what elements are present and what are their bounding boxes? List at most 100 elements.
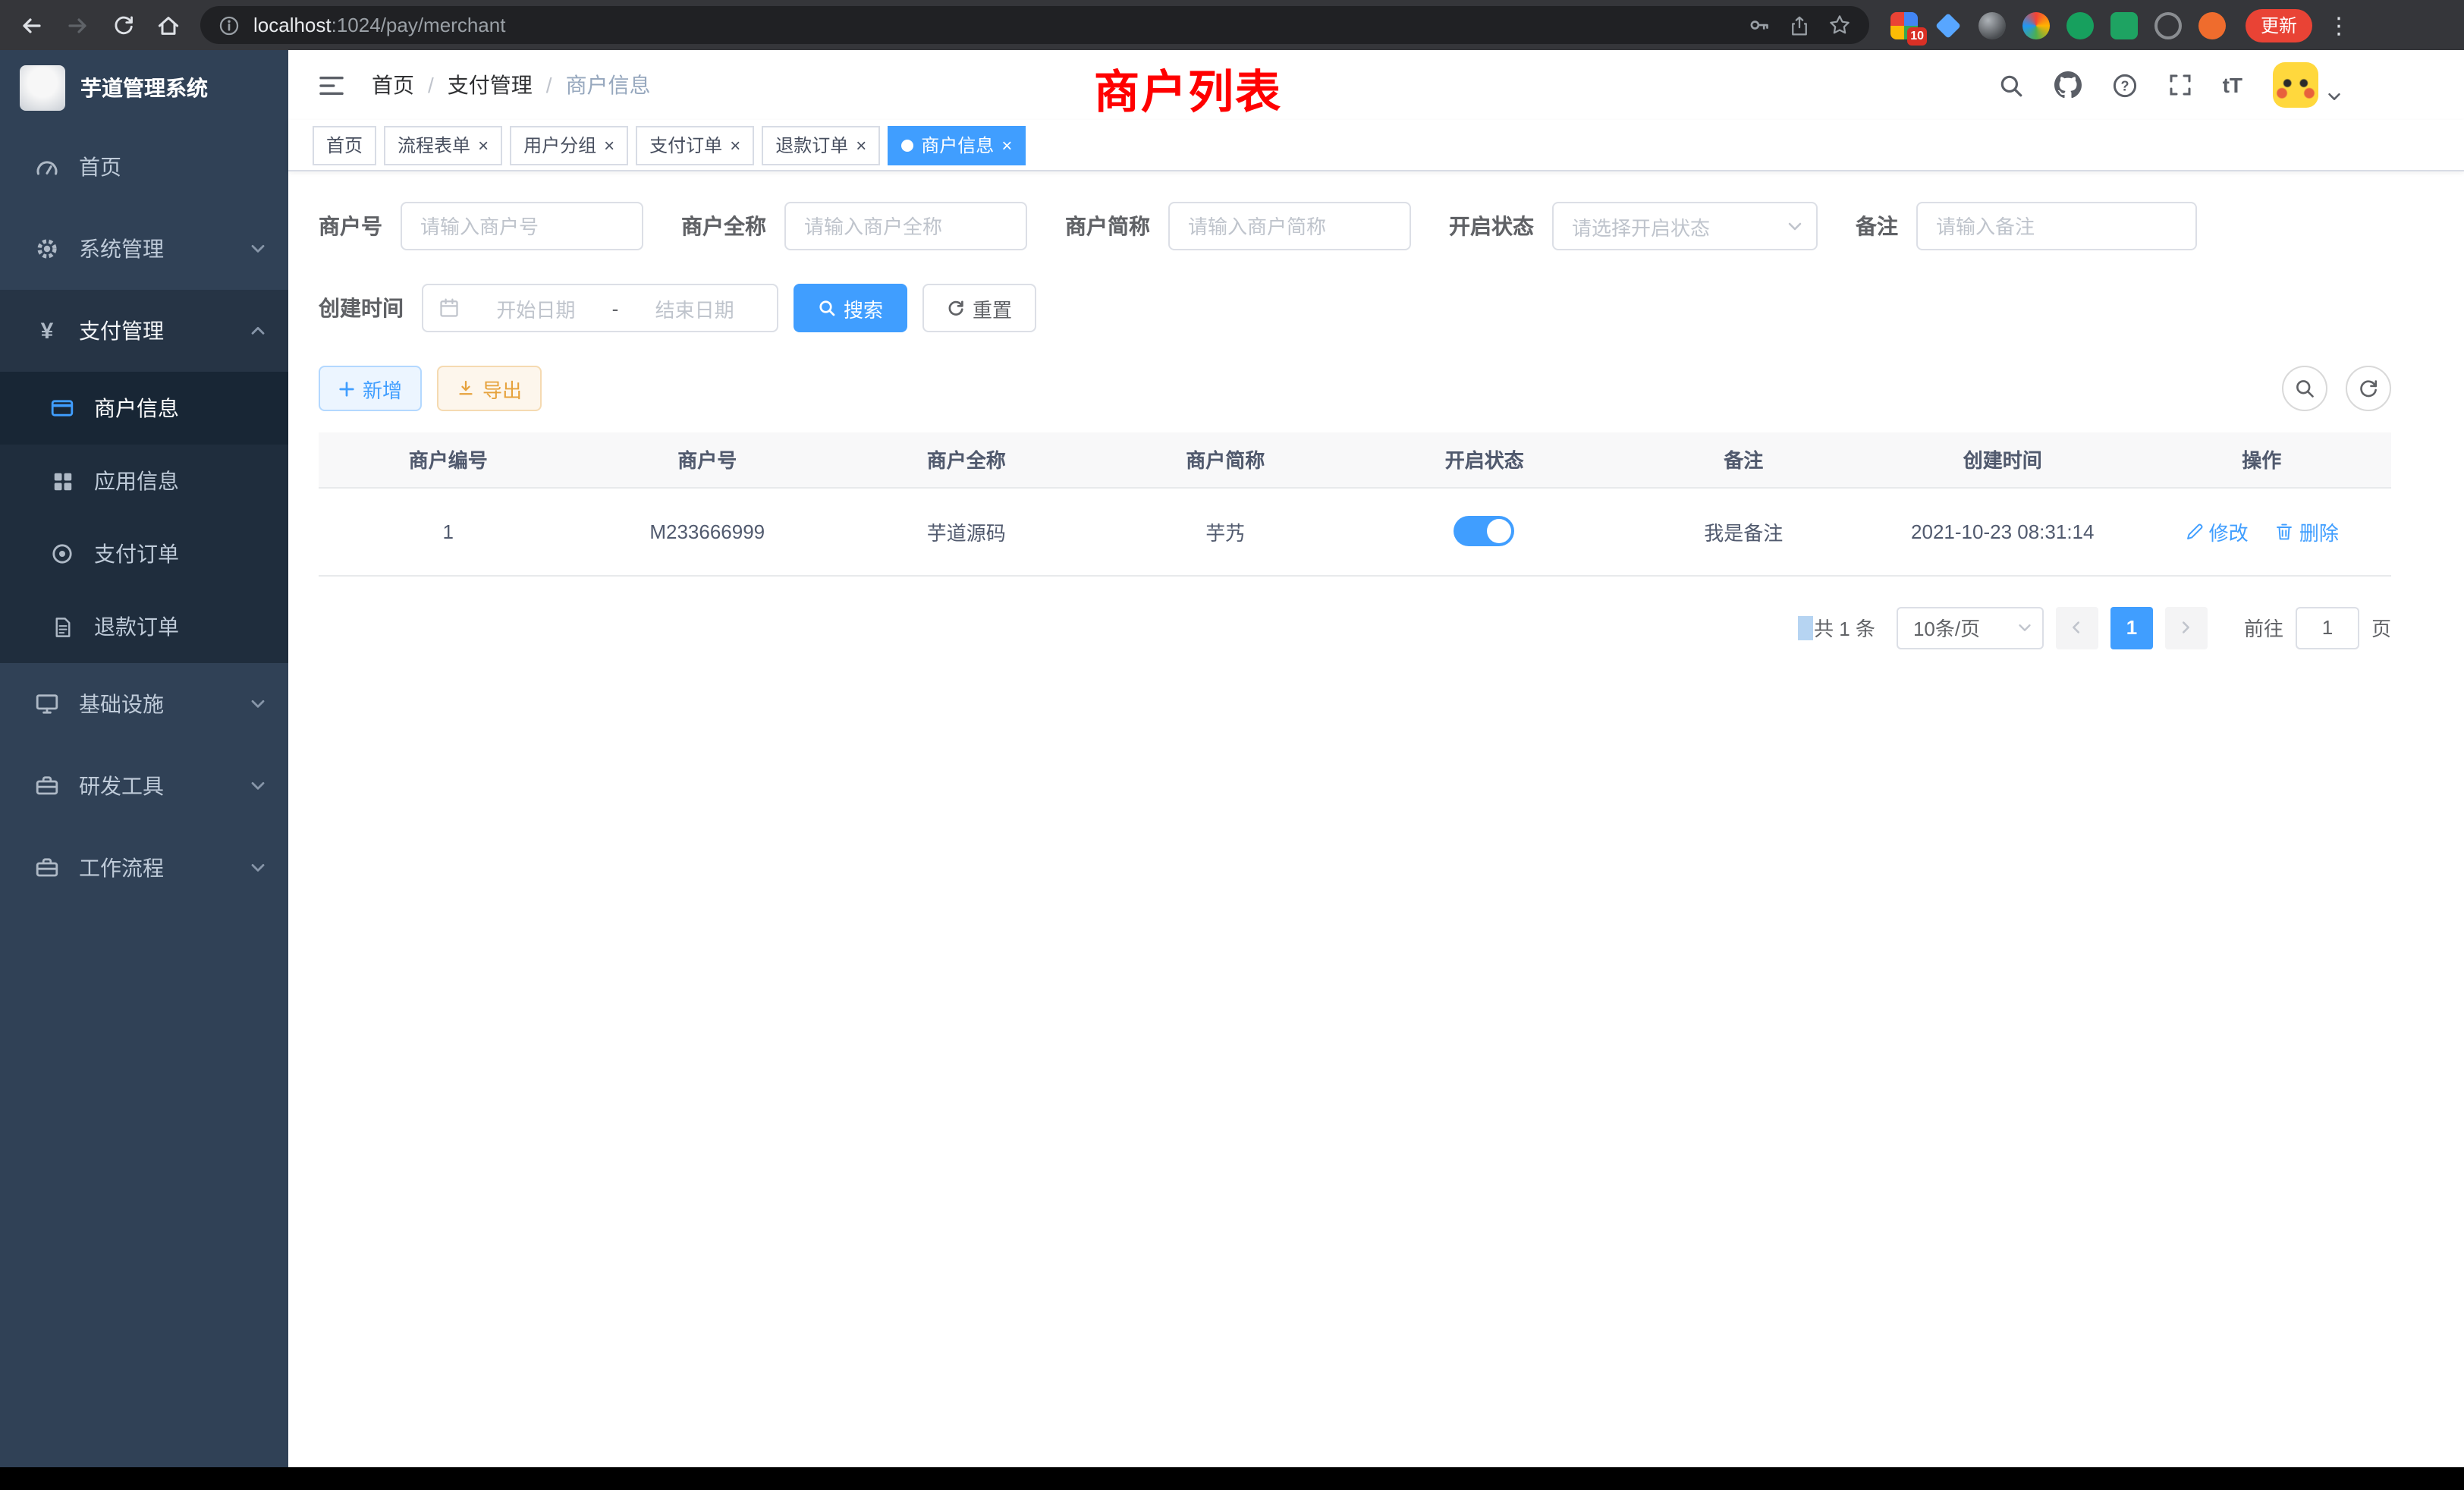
logo-image — [20, 65, 65, 111]
delete-link[interactable]: 删除 — [2275, 517, 2339, 545]
sidebar-item-label: 支付管理 — [79, 316, 249, 346]
app-logo[interactable]: 芋道管理系统 — [0, 50, 288, 126]
tab-merchant-info[interactable]: 商户信息 × — [888, 125, 1026, 165]
short-name-label: 商户简称 — [1065, 211, 1150, 241]
tab-user-group[interactable]: 用户分组 × — [510, 125, 628, 165]
tab-process-form[interactable]: 流程表单 × — [384, 125, 502, 165]
goto-page-input[interactable] — [2296, 606, 2359, 649]
browser-reload-button[interactable] — [100, 2, 146, 48]
cell-merchant-no: M233666999 — [578, 487, 838, 575]
browser-forward-button[interactable] — [55, 2, 100, 48]
extension-icon[interactable] — [2110, 11, 2138, 39]
browser-menu-icon[interactable]: ⋮ — [2327, 11, 2350, 39]
status-toggle[interactable] — [1454, 516, 1515, 546]
breadcrumb-home[interactable]: 首页 — [372, 70, 414, 100]
close-icon[interactable]: × — [1001, 136, 1012, 154]
extension-icon[interactable] — [2022, 11, 2050, 39]
tab-refund-order[interactable]: 退款订单 × — [762, 125, 880, 165]
goto-label: 前往 — [2244, 613, 2283, 642]
page-size-select[interactable]: 10条/页 — [1897, 606, 2044, 649]
sidebar-item-system[interactable]: 系统管理 — [0, 208, 288, 290]
bookmark-star-icon[interactable] — [1828, 14, 1851, 36]
sidebar-item-pay-order[interactable]: 支付订单 — [0, 517, 288, 590]
create-time-range-picker[interactable]: 开始日期 - 结束日期 — [422, 284, 778, 332]
payment-submenu: 商户信息 应用信息 支付订单 — [0, 372, 288, 663]
sidebar-toggle-icon[interactable] — [313, 74, 350, 96]
toggle-search-button[interactable] — [2282, 366, 2327, 411]
avatar[interactable] — [2273, 62, 2318, 108]
browser-update-button[interactable]: 更新 — [2246, 8, 2312, 42]
full-name-input[interactable] — [784, 202, 1027, 250]
date-separator: - — [612, 297, 619, 319]
caret-down-icon — [2326, 88, 2343, 105]
cell-status — [1355, 487, 1614, 575]
tab-label: 支付订单 — [649, 132, 722, 158]
user-menu[interactable] — [2273, 62, 2343, 108]
sidebar-item-home[interactable]: 首页 — [0, 126, 288, 208]
sidebar-item-dev-tools[interactable]: 研发工具 — [0, 745, 288, 827]
breadcrumb-payment[interactable]: 支付管理 — [448, 70, 533, 100]
extension-icon[interactable] — [2198, 11, 2226, 39]
extension-icon[interactable] — [1978, 11, 2006, 39]
url-text: localhost:1024/pay/merchant — [253, 14, 505, 36]
sidebar-item-app-info[interactable]: 应用信息 — [0, 445, 288, 517]
refresh-table-button[interactable] — [2346, 366, 2391, 411]
font-size-icon[interactable]: tT — [2223, 73, 2242, 97]
close-icon[interactable]: × — [856, 136, 866, 154]
sidebar-item-merchant-info[interactable]: 商户信息 — [0, 372, 288, 445]
site-info-icon[interactable] — [218, 14, 240, 36]
page-number-button[interactable]: 1 — [2110, 606, 2153, 649]
top-navbar: 首页 / 支付管理 / 商户信息 ? — [288, 50, 2464, 120]
sidebar-item-infrastructure[interactable]: 基础设施 — [0, 663, 288, 745]
remark-input[interactable] — [1916, 202, 2197, 250]
browser-home-button[interactable] — [146, 2, 191, 48]
search-icon[interactable] — [1998, 72, 2024, 98]
chevron-down-icon — [249, 695, 267, 713]
next-page-button[interactable] — [2165, 606, 2208, 649]
breadcrumb-current: 商户信息 — [566, 70, 651, 100]
sidebar-item-label: 商户信息 — [94, 393, 288, 423]
merchant-table: 商户编号 商户号 商户全称 商户简称 开启状态 备注 创建时间 操作 1 — [319, 432, 2391, 576]
sidebar-item-refund-order[interactable]: 退款订单 — [0, 590, 288, 663]
extension-icon[interactable] — [2154, 11, 2182, 39]
close-icon[interactable]: × — [730, 136, 740, 154]
browser-back-button[interactable] — [9, 2, 55, 48]
address-bar[interactable]: localhost:1024/pay/merchant — [200, 6, 1869, 44]
extension-icon[interactable] — [1934, 11, 1962, 39]
github-icon[interactable] — [2054, 71, 2082, 99]
extension-icon[interactable] — [2066, 11, 2094, 39]
reset-button[interactable]: 重置 — [922, 284, 1036, 332]
full-name-label: 商户全称 — [681, 211, 766, 241]
end-date-placeholder: 结束日期 — [627, 294, 762, 322]
password-key-icon[interactable] — [1748, 14, 1771, 36]
close-icon[interactable]: × — [604, 136, 614, 154]
export-button[interactable]: 导出 — [437, 366, 542, 411]
help-icon[interactable]: ? — [2112, 72, 2138, 98]
share-icon[interactable] — [1789, 14, 1810, 36]
browser-extensions: 10 — [1890, 11, 2226, 39]
tab-pay-order[interactable]: 支付订单 × — [636, 125, 754, 165]
add-button[interactable]: 新增 — [319, 366, 422, 411]
short-name-input[interactable] — [1168, 202, 1411, 250]
document-icon — [46, 615, 79, 638]
status-select[interactable]: 请选择开启状态 — [1552, 202, 1818, 250]
prev-page-button[interactable] — [2056, 606, 2098, 649]
sidebar-item-payment[interactable]: ¥ 支付管理 — [0, 290, 288, 372]
sidebar-item-workflow[interactable]: 工作流程 — [0, 827, 288, 909]
cell-remark: 我是备注 — [1614, 487, 1874, 575]
status-label: 开启状态 — [1449, 211, 1534, 241]
gear-icon — [30, 237, 64, 261]
close-icon[interactable]: × — [478, 136, 489, 154]
col-header-short-name: 商户简称 — [1096, 432, 1356, 487]
sidebar-item-label: 工作流程 — [79, 853, 249, 883]
extensions-puzzle-icon[interactable]: 10 — [1890, 11, 1918, 39]
start-date-placeholder: 开始日期 — [469, 294, 603, 322]
fullscreen-icon[interactable] — [2168, 73, 2192, 97]
chevron-down-icon — [249, 240, 267, 258]
search-button[interactable]: 搜索 — [794, 284, 907, 332]
tab-home[interactable]: 首页 — [313, 125, 376, 165]
page-unit-label: 页 — [2371, 613, 2391, 642]
merchant-no-input[interactable] — [401, 202, 643, 250]
svg-text:?: ? — [2120, 77, 2129, 93]
edit-link[interactable]: 修改 — [2185, 517, 2249, 545]
